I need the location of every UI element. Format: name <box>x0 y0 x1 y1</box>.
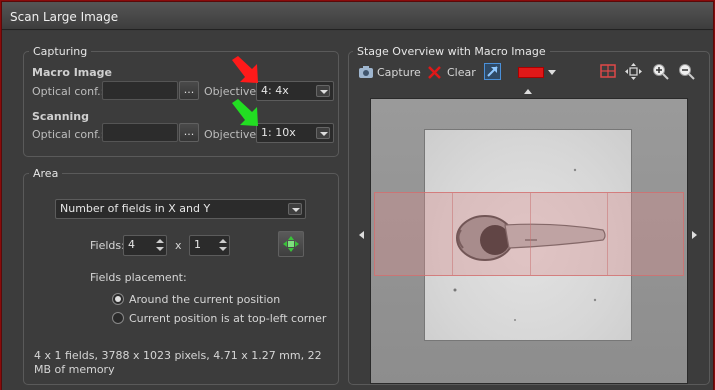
field-divider <box>452 193 453 275</box>
placement-topleft-radio[interactable] <box>112 312 124 324</box>
chevron-down-icon <box>316 127 330 139</box>
scan-optical-conf-label: Optical conf.: <box>32 128 105 141</box>
zoom-out-button[interactable] <box>678 63 695 80</box>
stage-overview-title: Stage Overview with Macro Image <box>353 45 550 58</box>
scan-objective-select[interactable]: 1: 10x <box>256 123 334 143</box>
expand-button[interactable] <box>484 63 501 80</box>
color-picker-button[interactable] <box>518 66 558 80</box>
scan-objective-label: Objective: <box>204 128 260 141</box>
grid-view-button[interactable] <box>600 63 617 80</box>
spin-up-icon[interactable] <box>218 237 228 245</box>
macro-objective-select[interactable]: 4: 4x <box>256 81 334 101</box>
red-arrow-icon <box>232 56 258 83</box>
macro-image-heading: Macro Image <box>32 66 113 79</box>
clear-x-icon <box>428 66 441 79</box>
clear-label: Clear <box>447 66 476 79</box>
placement-around-label[interactable]: Around the current position <box>129 293 280 306</box>
fields-times-label: x <box>175 239 182 252</box>
spin-down-icon[interactable] <box>155 246 165 254</box>
fit-view-button[interactable] <box>625 63 642 80</box>
pan-right-icon[interactable] <box>692 231 697 239</box>
placement-topleft-label[interactable]: Current position is at top-left corner <box>129 312 326 325</box>
zoom-in-button[interactable] <box>652 63 669 80</box>
expand-arrow-icon <box>487 66 498 77</box>
area-mode-select[interactable]: Number of fields in X and Y <box>55 199 306 219</box>
zoom-out-icon <box>679 64 695 80</box>
optimize-fields-button[interactable] <box>278 231 304 257</box>
dialog-content: Capturing Macro Image Optical conf.: ...… <box>2 31 713 390</box>
capturing-title: Capturing <box>29 45 92 58</box>
camera-icon <box>359 66 373 78</box>
chevron-down-icon <box>316 85 330 97</box>
field-divider <box>530 193 531 275</box>
fields-x-value: 4 <box>128 238 135 251</box>
scan-optical-conf-browse-button[interactable]: ... <box>179 123 199 142</box>
macro-optical-conf-field[interactable] <box>102 81 178 100</box>
spin-down-icon[interactable] <box>218 246 228 254</box>
stage-overview-canvas[interactable] <box>370 98 688 384</box>
green-arrow-icon <box>232 99 258 126</box>
color-swatch-icon <box>518 67 544 78</box>
macro-objective-label: Objective: <box>204 85 260 98</box>
chevron-down-icon <box>288 203 302 215</box>
title-bar: Scan Large Image <box>2 2 713 30</box>
area-title: Area <box>29 167 63 180</box>
macro-optical-conf-browse-button[interactable]: ... <box>179 81 199 100</box>
scan-optical-conf-field[interactable] <box>102 123 178 142</box>
fields-y-spinbox[interactable]: 1 <box>189 235 230 256</box>
area-mode-value: Number of fields in X and Y <box>60 202 211 215</box>
chevron-down-icon <box>548 70 556 75</box>
scan-objective-value: 1: 10x <box>261 126 296 139</box>
pan-up-icon[interactable] <box>524 89 532 94</box>
fields-x-spinbox[interactable]: 4 <box>123 235 167 256</box>
macro-objective-value: 4: 4x <box>261 84 289 97</box>
grid-icon <box>600 64 616 78</box>
field-divider <box>607 193 608 275</box>
scanning-heading: Scanning <box>32 110 90 123</box>
green-arrows-icon <box>283 236 299 252</box>
fit-icon <box>625 63 642 80</box>
scan-large-image-window: Scan Large Image Capturing Macro Image O… <box>1 1 714 390</box>
macro-optical-conf-label: Optical conf.: <box>32 85 105 98</box>
pan-left-icon[interactable] <box>359 231 364 239</box>
fields-placement-label: Fields placement: <box>90 271 187 284</box>
fields-label: Fields: <box>90 239 125 252</box>
fields-y-value: 1 <box>194 238 201 251</box>
scan-area-rectangle[interactable] <box>374 192 684 276</box>
zoom-in-icon <box>653 64 669 80</box>
placement-around-radio[interactable] <box>112 293 124 305</box>
capture-label: Capture <box>377 66 421 79</box>
window-title: Scan Large Image <box>10 10 119 24</box>
spin-up-icon[interactable] <box>155 237 165 245</box>
area-summary: 4 x 1 fields, 3788 x 1023 pixels, 4.71 x… <box>34 349 322 376</box>
